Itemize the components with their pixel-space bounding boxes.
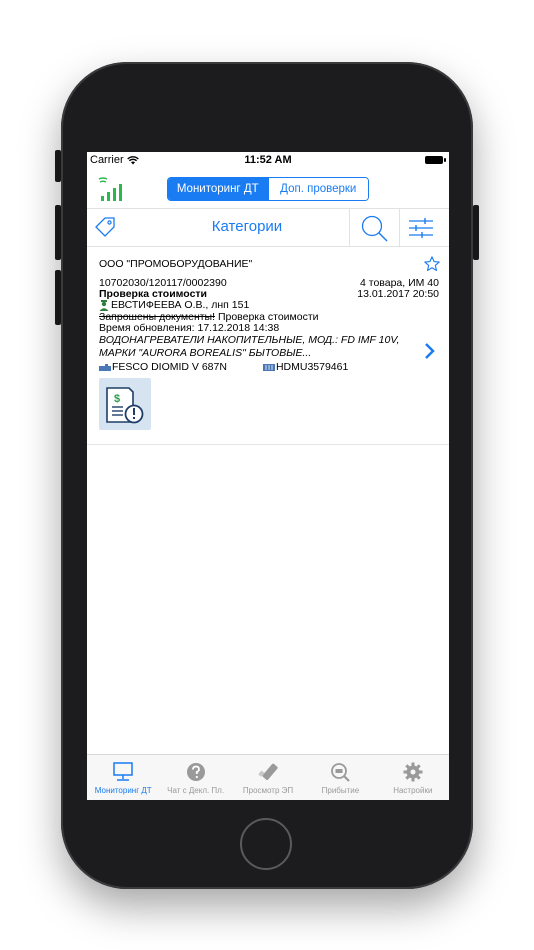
vessel-name: FESCO DIOMID V 687N <box>112 361 227 373</box>
inspector-name: ЕВСТИФЕЕВА О.В., лнп 151 <box>111 299 250 311</box>
company-name: ООО "ПРОМОБОРУДОВАНИЕ" <box>99 258 253 270</box>
signal-strength-icon[interactable] <box>97 176 127 202</box>
declaration-card[interactable]: ООО "ПРОМОБОРУДОВАНИЕ" 10702030/120117/0… <box>87 245 449 445</box>
tag-icon[interactable] <box>93 215 117 239</box>
monitor-icon <box>113 762 133 781</box>
tab-chat[interactable]: Чат с Декл. Пл. <box>159 755 231 800</box>
tab-bar: Мониторинг ДТ Чат с Декл. Пл. Просмотр Э… <box>87 754 449 800</box>
inspector-row: ЕВСТИФЕЕВА О.В., лнп 151 <box>99 299 249 311</box>
usb-key-icon <box>258 763 278 780</box>
search-icon[interactable] <box>357 213 393 243</box>
tab-label: Настройки <box>393 786 433 795</box>
nav-bar: Мониторинг ДТ Доп. проверки <box>87 170 449 208</box>
tab-label: Просмотр ЭП <box>242 786 294 795</box>
power-button <box>473 205 479 260</box>
container-icon <box>262 363 275 371</box>
description-line: ВОДОНАГРЕВАТЕЛИ НАКОПИТЕЛЬНЫЕ, МОД.: FD … <box>99 334 400 346</box>
home-button[interactable] <box>240 818 292 870</box>
svg-text:$: $ <box>114 393 120 405</box>
update-time: Время обновления: 17.12.2018 14:38 <box>99 322 280 334</box>
description-line: МАРКИ "AURORA BOREALIS" БЫТОВЫЕ... <box>99 347 312 359</box>
inspector-icon <box>99 299 109 311</box>
battery-icon <box>425 156 446 164</box>
tab-label: Мониторинг ДТ <box>94 786 152 795</box>
categories-button[interactable]: Категории <box>157 218 337 235</box>
magnifier-icon <box>331 763 351 782</box>
chevron-right-icon[interactable] <box>423 342 435 360</box>
ship-icon <box>99 363 111 371</box>
divider <box>349 209 350 246</box>
tab-view-ep[interactable]: Просмотр ЭП <box>232 755 304 800</box>
status-time: 11:52 AM <box>244 154 292 166</box>
mode-segmented-control: Мониторинг ДТ Доп. проверки <box>167 177 369 201</box>
divider <box>399 209 400 246</box>
gear-icon <box>403 762 423 782</box>
tab-monitoring[interactable]: Мониторинг ДТ <box>87 755 159 800</box>
filter-settings-icon[interactable] <box>408 217 434 239</box>
tab-label: Прибытие <box>321 786 360 795</box>
question-icon <box>186 763 205 781</box>
transport-row: FESCO DIOMID V 687N HDMU3579461 <box>99 361 348 373</box>
document-thumbnail[interactable]: $ <box>99 378 151 430</box>
app-screen: Carrier 11:52 AM Мониторинг ДТ Доп. пров… <box>87 152 449 800</box>
tab-label: Чат с Декл. Пл. <box>167 786 225 795</box>
goods-description: ВОДОНАГРЕВАТЕЛИ НАКОПИТЕЛЬНЫЕ, МОД.: FD … <box>99 334 399 360</box>
category-bar: Категории <box>87 208 449 247</box>
status-bar: Carrier 11:52 AM <box>87 152 449 170</box>
price-document-icon: $ <box>106 387 144 424</box>
tab-settings[interactable]: Настройки <box>377 755 449 800</box>
declaration-date: 13.01.2017 20:50 <box>357 288 439 300</box>
segment-additional-checks[interactable]: Доп. проверки <box>267 178 368 200</box>
container-number: HDMU3579461 <box>275 361 349 373</box>
star-icon[interactable] <box>423 255 441 273</box>
segment-monitoring[interactable]: Мониторинг ДТ <box>168 178 268 200</box>
tab-arrival[interactable]: Прибытие <box>304 755 376 800</box>
